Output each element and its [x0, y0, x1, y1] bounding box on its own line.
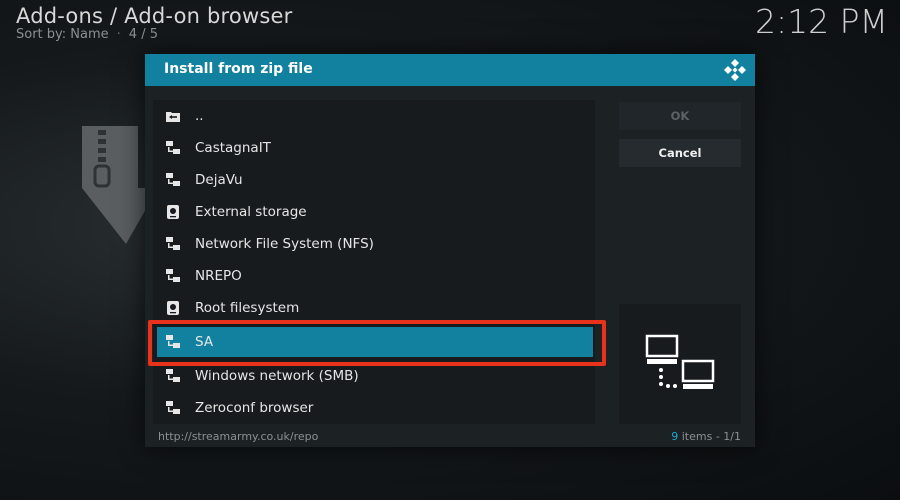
network-source-icon	[166, 369, 180, 383]
sort-info: Sort by: Name · 4 / 5	[16, 27, 158, 42]
list-item-nfs[interactable]: Network File System (NFS)	[153, 228, 595, 260]
list-item-label: SA	[195, 334, 214, 350]
network-source-icon	[166, 335, 180, 349]
network-source-icon	[166, 401, 180, 415]
list-item-label: Network File System (NFS)	[195, 236, 374, 252]
source-thumbnail	[619, 304, 741, 424]
list-item-label: External storage	[195, 204, 307, 220]
list-item-label: DejaVu	[195, 172, 243, 188]
sort-label: Sort by: Name	[16, 27, 109, 42]
network-source-icon	[166, 141, 180, 155]
ok-button[interactable]: OK	[619, 102, 741, 130]
hard-drive-icon	[166, 205, 180, 219]
list-item-root-filesystem[interactable]: Root filesystem	[153, 292, 595, 324]
page-position: 4 / 5	[128, 27, 158, 42]
item-count: 9 items - 1/1	[671, 430, 741, 443]
list-item-label: ..	[195, 108, 204, 124]
kodi-logo-icon	[724, 59, 746, 81]
network-source-icon	[166, 269, 180, 283]
list-item-smb[interactable]: Windows network (SMB)	[153, 360, 595, 392]
list-item-label: CastagnaIT	[195, 140, 271, 156]
breadcrumb: Add-ons / Add-on browser	[16, 4, 293, 28]
network-source-icon	[166, 237, 180, 251]
list-item-dejavu[interactable]: DejaVu	[153, 164, 595, 196]
item-count-number: 9	[671, 430, 679, 443]
clock: 2:12 PM	[755, 2, 888, 41]
network-source-icon	[166, 173, 180, 187]
list-item-sa[interactable]: SA	[157, 327, 593, 357]
dialog-header: Install from zip file	[145, 54, 755, 86]
list-item-parent[interactable]: ..	[153, 100, 595, 132]
item-count-label: items - 1/1	[681, 430, 741, 443]
list-item-label: Zeroconf browser	[195, 400, 314, 416]
install-from-zip-dialog: Install from zip file .. CastagnaIT Deja…	[145, 54, 755, 447]
list-item-label: Windows network (SMB)	[195, 368, 359, 384]
network-thumbnail-icon	[645, 334, 715, 389]
source-list: .. CastagnaIT DejaVu External storage Ne…	[153, 100, 595, 424]
list-item-label: NREPO	[195, 268, 242, 284]
folder-back-icon	[166, 109, 180, 123]
list-item-external-storage[interactable]: External storage	[153, 196, 595, 228]
list-item-castagnait[interactable]: CastagnaIT	[153, 132, 595, 164]
separator-dot: ·	[116, 27, 121, 42]
dialog-title: Install from zip file	[164, 61, 313, 77]
footer-path: http://streamarmy.co.uk/repo	[158, 430, 319, 443]
list-item-label: Root filesystem	[195, 300, 300, 316]
hard-drive-icon	[166, 301, 180, 315]
cancel-button[interactable]: Cancel	[619, 139, 741, 167]
list-item-zeroconf[interactable]: Zeroconf browser	[153, 392, 595, 424]
list-item-nrepo[interactable]: NREPO	[153, 260, 595, 292]
